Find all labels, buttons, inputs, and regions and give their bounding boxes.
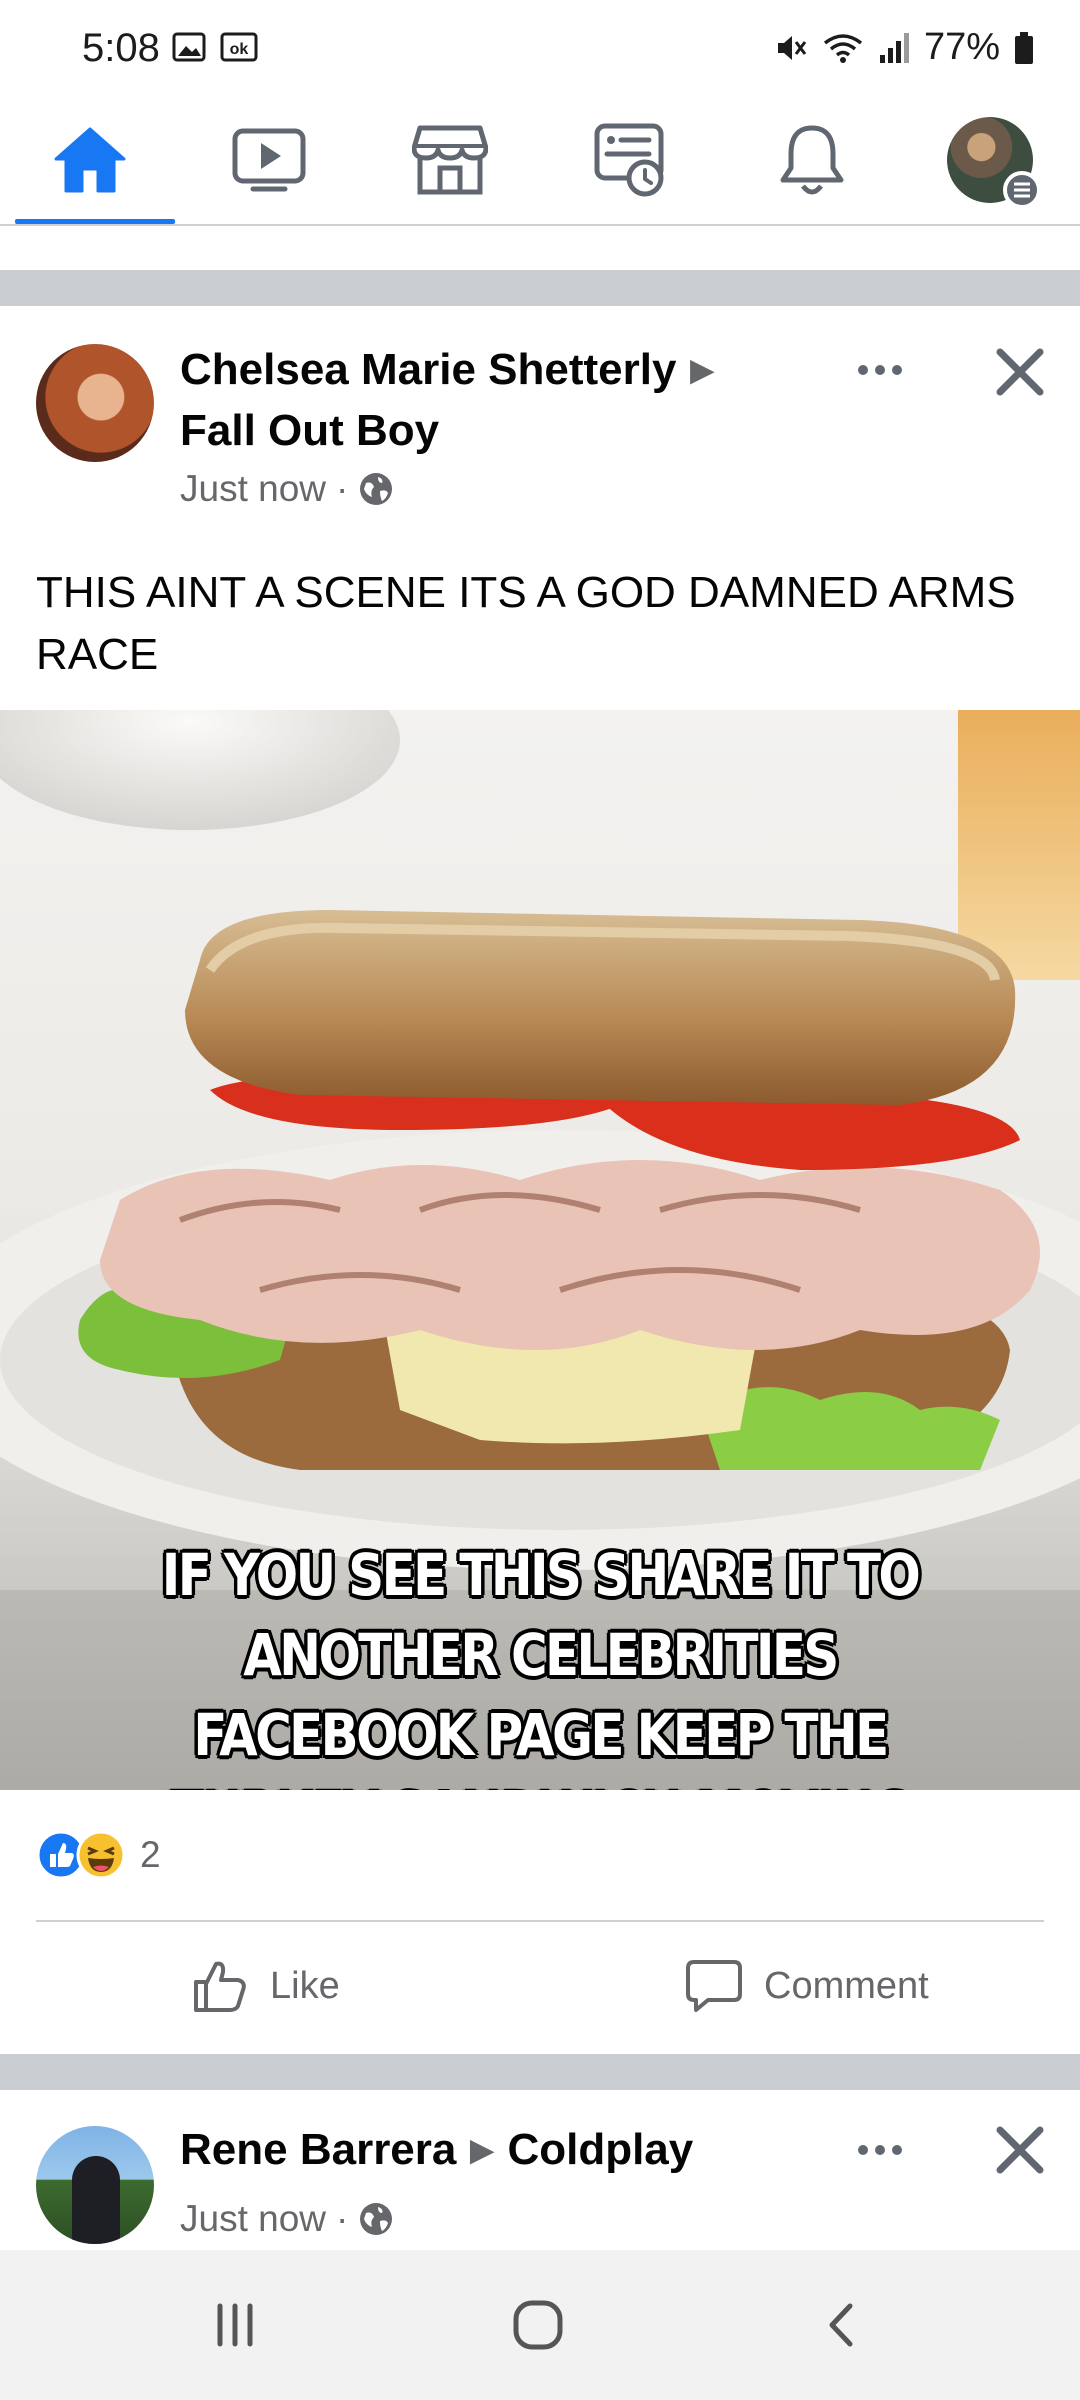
gallery-notification-icon xyxy=(172,32,206,62)
author-avatar[interactable] xyxy=(36,2126,154,2244)
thumbs-up-icon xyxy=(194,1961,246,2012)
feed-post-next: Rene Barrera ▶ Coldplay Just now · xyxy=(0,2090,1080,2250)
screenshot-notification-icon: ok xyxy=(220,32,258,62)
memories-icon xyxy=(594,123,664,197)
profile-avatar xyxy=(947,117,1041,209)
menu-icon xyxy=(1003,171,1041,209)
hide-post-button[interactable] xyxy=(990,342,1050,402)
post-timestamp[interactable]: Just now xyxy=(180,468,326,510)
svg-text:ok: ok xyxy=(230,41,249,58)
post-body-text: THIS AINT A SCENE ITS A GOD DAMNED ARMS … xyxy=(36,568,1016,679)
marketplace-icon xyxy=(412,125,488,195)
status-time: 5:08 xyxy=(82,26,160,70)
home-circle-icon xyxy=(513,2300,563,2350)
recent-apps-icon xyxy=(217,2303,253,2347)
globe-icon xyxy=(360,2203,393,2235)
like-button[interactable]: Like xyxy=(190,1936,340,2036)
close-icon xyxy=(996,348,1044,396)
globe-icon xyxy=(360,473,393,505)
reactions-summary[interactable]: 2 xyxy=(36,1830,161,1880)
top-nav-bar xyxy=(0,96,1080,226)
shared-to-arrow-icon: ▶ xyxy=(470,2134,494,2167)
actions-divider xyxy=(36,1920,1044,1922)
reaction-count: 2 xyxy=(140,1834,161,1875)
nav-watch-tab[interactable] xyxy=(184,96,354,224)
nav-profile-menu[interactable] xyxy=(905,96,1075,224)
author-avatar[interactable] xyxy=(36,344,154,462)
post-options-button[interactable] xyxy=(850,350,910,390)
back-chevron-icon xyxy=(829,2303,853,2347)
bell-icon xyxy=(780,125,844,195)
battery-icon xyxy=(1015,31,1033,64)
system-nav-bar xyxy=(0,2250,1080,2400)
hide-post-button[interactable] xyxy=(990,2120,1050,2180)
shared-to-arrow-icon: ▶ xyxy=(690,354,714,387)
comment-button[interactable]: Comment xyxy=(684,1936,929,2036)
mute-icon xyxy=(777,35,807,60)
status-bar: 5:08 ok 77% xyxy=(0,0,1080,96)
home-icon xyxy=(54,127,126,193)
watch-icon xyxy=(232,128,306,192)
comment-icon xyxy=(686,1960,742,2012)
author-name[interactable]: Rene Barrera xyxy=(180,2125,456,2174)
comment-label: Comment xyxy=(764,1964,929,2007)
author-name[interactable]: Chelsea Marie Shetterly xyxy=(180,345,676,394)
previous-post-edge xyxy=(0,226,1080,270)
shared-to-page[interactable]: Fall Out Boy xyxy=(180,406,439,455)
haha-reaction-icon xyxy=(76,1830,126,1880)
nav-home-tab[interactable] xyxy=(5,96,175,224)
battery-percent: 77% xyxy=(923,26,1000,68)
home-button[interactable] xyxy=(493,2290,583,2360)
wifi-icon xyxy=(823,33,863,63)
recent-apps-button[interactable] xyxy=(190,2290,280,2360)
active-tab-indicator xyxy=(15,219,175,224)
back-button[interactable] xyxy=(795,2290,885,2360)
post-timestamp[interactable]: Just now xyxy=(180,2198,326,2240)
nav-marketplace-tab[interactable] xyxy=(365,96,535,224)
post-options-button[interactable] xyxy=(850,2130,910,2170)
shared-to-page[interactable]: Coldplay xyxy=(507,2125,693,2174)
feed-post: Chelsea Marie Shetterly ▶ Fall Out Boy Ju… xyxy=(0,306,1080,2054)
meme-caption: IF YOU SEE THIS SHARE IT TO ANOTHER CELE… xyxy=(161,1541,921,1790)
nav-notifications-tab[interactable] xyxy=(727,96,897,224)
signal-icon xyxy=(879,32,909,63)
nav-memories-tab[interactable] xyxy=(546,96,716,224)
close-icon xyxy=(996,2126,1044,2174)
like-label: Like xyxy=(270,1964,340,2007)
post-photo[interactable]: IF YOU SEE THIS SHARE IT TO ANOTHER CELE… xyxy=(0,710,1080,1790)
